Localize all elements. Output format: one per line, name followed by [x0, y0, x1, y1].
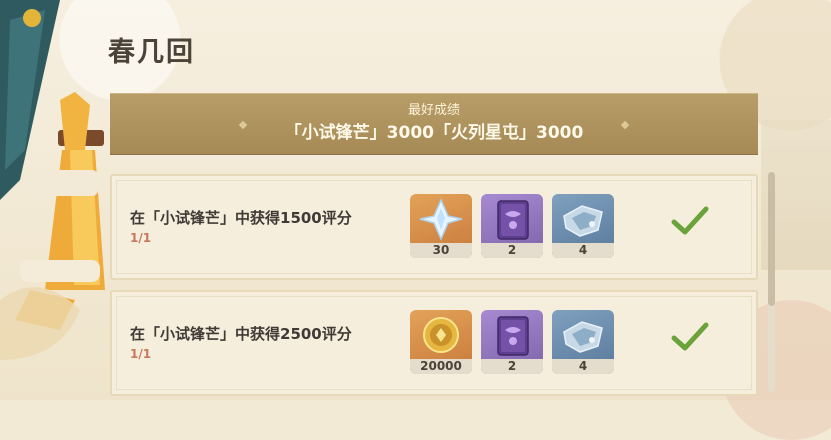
- completed-check-icon: [671, 206, 709, 235]
- best-score-banner: 最好成绩 「小试锋芒」3000「火列星屯」3000: [110, 93, 758, 155]
- lantern-statue-decoration: [0, 0, 105, 360]
- heros-wit-book-icon: [497, 316, 529, 356]
- reward-count: 4: [552, 243, 614, 258]
- task-title: 在「小试锋芒」中获得2500评分: [130, 325, 352, 343]
- completed-check-icon: [671, 322, 709, 351]
- reward-item[interactable]: 4: [552, 194, 614, 258]
- task-progress: 1/1: [130, 347, 152, 361]
- primogem-icon: [419, 198, 463, 241]
- reward-item[interactable]: 2: [481, 310, 543, 374]
- reward-item[interactable]: 4: [552, 310, 614, 374]
- task-card: 在「小试锋芒」中获得1500评分 1/1 30 2 4: [110, 174, 758, 280]
- scrollbar-thumb[interactable]: [768, 172, 775, 306]
- reward-item[interactable]: 2: [481, 194, 543, 258]
- reward-item[interactable]: 30: [410, 194, 472, 258]
- mystic-enhancement-ore-icon: [563, 321, 603, 353]
- page-title: 春几回: [108, 37, 195, 68]
- reward-count: 2: [481, 243, 543, 258]
- task-progress: 1/1: [130, 231, 152, 245]
- reward-item[interactable]: 20000: [410, 310, 472, 374]
- heros-wit-book-icon: [497, 200, 529, 240]
- reward-count: 30: [410, 243, 472, 258]
- reward-count: 4: [552, 359, 614, 374]
- task-list-scrollbar[interactable]: [768, 172, 775, 392]
- task-card: 在「小试锋芒」中获得2500评分 1/1 20000 2 4: [110, 290, 758, 396]
- reward-count: 20000: [410, 359, 472, 374]
- mystic-enhancement-ore-icon: [563, 205, 603, 237]
- task-text: 在「小试锋芒」中获得2500评分 1/1: [130, 324, 352, 361]
- task-title: 在「小试锋芒」中获得1500评分: [130, 209, 352, 227]
- reward-count: 2: [481, 359, 543, 374]
- best-score-values: 「小试锋芒」3000「火列星屯」3000: [284, 123, 584, 143]
- task-text: 在「小试锋芒」中获得1500评分 1/1: [130, 208, 352, 245]
- best-score-heading: 最好成绩: [407, 103, 460, 118]
- mora-coin-icon: [423, 317, 459, 353]
